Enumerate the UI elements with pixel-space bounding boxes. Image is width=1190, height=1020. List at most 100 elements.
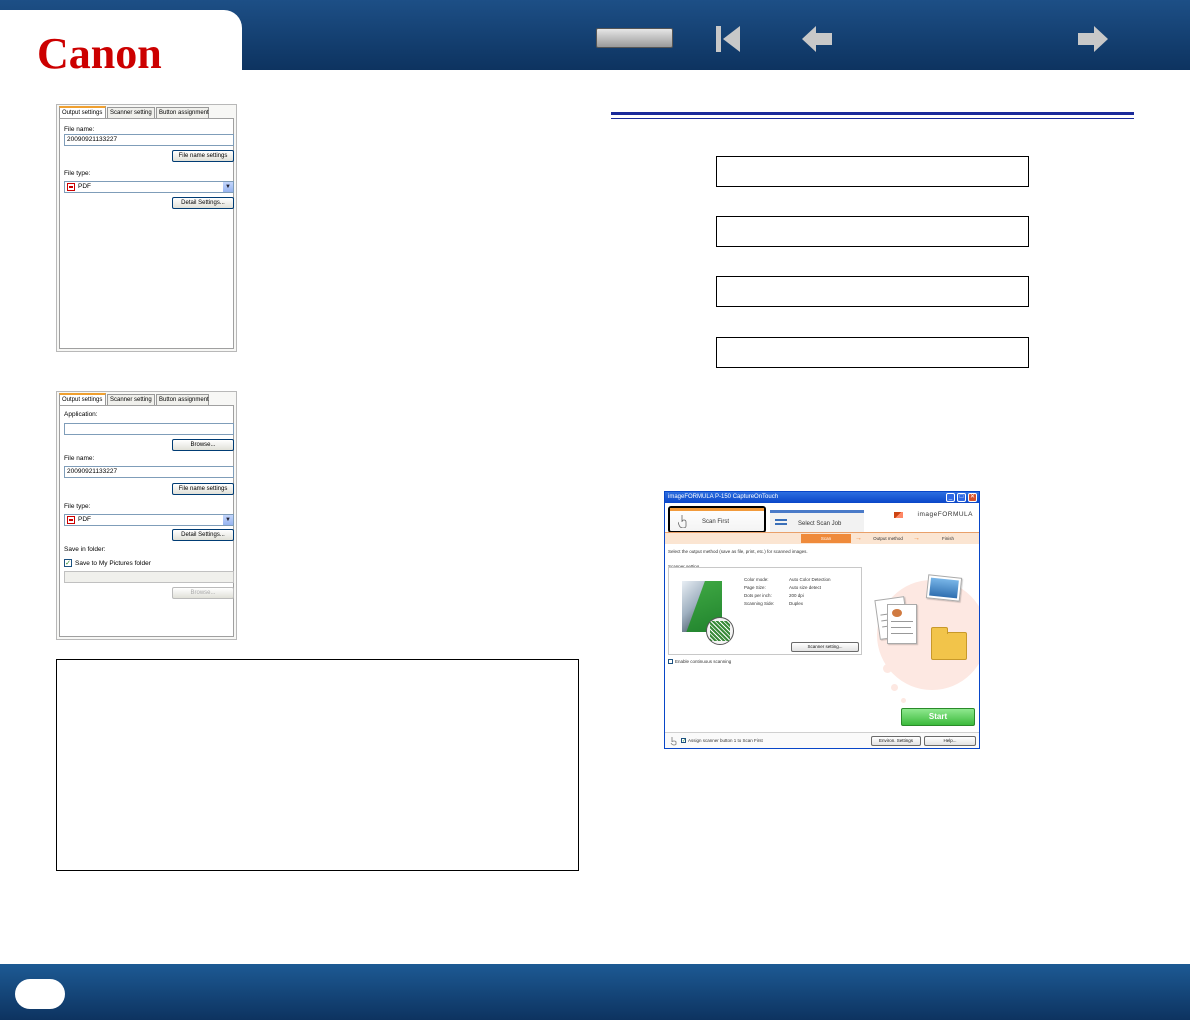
setting-key: Page Size:: [744, 585, 766, 590]
setting-value: 200 dpi: [789, 593, 804, 598]
section-heading-rule: [611, 112, 1134, 119]
header-bar: Canon: [0, 0, 1190, 78]
decorative-dot: [891, 684, 898, 691]
panel-body: File name: 20090921133227 File name sett…: [59, 118, 234, 349]
option-box-3: [716, 276, 1029, 307]
previous-page-icon[interactable]: [800, 24, 834, 54]
blank-nav-button[interactable]: [596, 28, 673, 48]
tab-accent: [670, 508, 764, 511]
folder-path-field[interactable]: [64, 571, 234, 583]
output-settings-panel-application: Output settings Scanner setting Button a…: [56, 391, 237, 640]
application-field[interactable]: [64, 423, 234, 435]
arrow-right-icon: →: [913, 535, 920, 542]
decorative-dot: [901, 698, 906, 703]
tab-scanner-setting[interactable]: Scanner setting: [107, 394, 155, 405]
save-to-my-pictures-checkbox[interactable]: ✓: [64, 559, 72, 567]
detail-settings-button[interactable]: Detail Settings...: [172, 529, 234, 541]
option-box-4: [716, 337, 1029, 368]
pdf-icon: [67, 516, 75, 524]
tab-scan-first[interactable]: Scan First: [668, 506, 766, 533]
environment-settings-button[interactable]: Environ. Settings: [871, 736, 921, 746]
chevron-down-icon[interactable]: ▼: [223, 182, 233, 192]
browse-folder-button[interactable]: Browse...: [172, 587, 234, 599]
setting-value: Duplex: [789, 601, 804, 606]
file-name-settings-button[interactable]: File name settings: [172, 150, 234, 162]
tab-button-assignment[interactable]: Button assignment: [156, 394, 209, 405]
save-to-my-pictures-label: Save to My Pictures folder: [75, 560, 151, 567]
decorative-dot: [883, 664, 892, 673]
assign-button-label: Assign scanner button 1 to Scan First: [688, 738, 763, 743]
next-page-icon[interactable]: [1076, 24, 1110, 54]
close-icon[interactable]: ✕: [968, 493, 977, 502]
scan-job-icon: [775, 519, 787, 525]
tab-select-scan-job[interactable]: Select Scan Job: [770, 510, 864, 532]
option-box-1: [716, 156, 1029, 187]
imageformula-brand: imageFORMULA: [917, 511, 973, 518]
setting-value: Auto size detect: [789, 585, 822, 590]
file-type-label: File type:: [64, 170, 91, 177]
folder-icon: [931, 627, 967, 660]
start-button[interactable]: Start: [901, 708, 975, 726]
hand-pointer-icon: [670, 737, 677, 746]
tab-output-settings[interactable]: Output settings: [59, 106, 106, 118]
setting-value: Auto Color Detection: [789, 577, 831, 582]
job-tabs: Scan First Select Scan Job imageFORMULA: [665, 503, 979, 533]
continuous-scanning-checkbox[interactable]: [668, 659, 673, 665]
file-type-select[interactable]: PDF ▼: [64, 514, 234, 526]
tab-scanner-setting[interactable]: Scanner setting: [107, 107, 155, 118]
file-name-label: File name:: [64, 126, 95, 133]
file-name-field[interactable]: 20090921133227: [64, 134, 234, 146]
window-title: imageFORMULA P-150 CaptureOnTouch: [665, 492, 979, 503]
setting-key: Scanning Side:: [744, 601, 775, 606]
step-output-method: Output method: [873, 536, 903, 541]
page-number-pill: [15, 979, 65, 1009]
browse-application-button[interactable]: Browse...: [172, 439, 234, 451]
minimize-icon[interactable]: _: [946, 493, 955, 502]
first-page-icon[interactable]: [714, 24, 744, 54]
photo-icon: [925, 574, 963, 602]
captureontouch-window: imageFORMULA P-150 CaptureOnTouch _ □ ✕ …: [664, 491, 980, 749]
output-settings-panel-file: Output settings Scanner setting Button a…: [56, 104, 237, 352]
tab-select-scan-job-label: Select Scan Job: [798, 521, 842, 527]
footer-bar: [0, 964, 1190, 1020]
application-label: Application:: [64, 411, 98, 418]
arrow-right-icon: →: [855, 535, 862, 542]
continuous-scanning-option[interactable]: Enable continuous scanning: [668, 659, 732, 665]
file-name-field[interactable]: 20090921133227: [64, 466, 234, 478]
tab-output-settings[interactable]: Output settings: [59, 393, 106, 405]
pdf-icon: [67, 183, 75, 191]
canon-logo: Canon: [37, 29, 162, 78]
color-detection-icon: [706, 617, 734, 645]
file-name-settings-button[interactable]: File name settings: [172, 483, 234, 495]
output-description: Select the output method (save as file, …: [668, 549, 808, 554]
step-scan: Scan: [801, 534, 851, 543]
option-box-2: [716, 216, 1029, 247]
maximize-icon[interactable]: □: [957, 493, 966, 502]
scanner-setting-button[interactable]: Scanner setting...: [791, 642, 859, 652]
app-footer-bar: ✓ Assign scanner button 1 to Scan First …: [665, 732, 979, 748]
progress-steps: Scan → Output method → Finish: [665, 532, 979, 544]
panel-body: Application: Browse... File name: 200909…: [59, 405, 234, 637]
scanner-setting-box: Color mode: Auto Color Detection Page Si…: [668, 567, 862, 655]
file-type-value: PDF: [78, 183, 91, 190]
document-icon: [887, 604, 917, 644]
logo-tab: Canon: [0, 10, 242, 78]
assign-button-checkbox[interactable]: ✓: [681, 738, 686, 744]
file-name-label: File name:: [64, 455, 95, 462]
step-finish: Finish: [941, 536, 954, 541]
imageformula-logo-mark: [894, 512, 903, 518]
setting-key: Dots per inch:: [744, 593, 772, 598]
note-box: [56, 659, 579, 871]
file-type-select[interactable]: PDF ▼: [64, 181, 234, 193]
hand-pointer-icon: [678, 515, 687, 528]
help-button[interactable]: Help...: [924, 736, 976, 746]
file-type-label: File type:: [64, 503, 91, 510]
setting-key: Color mode:: [744, 577, 769, 582]
chevron-down-icon[interactable]: ▼: [223, 515, 233, 525]
file-type-value: PDF: [78, 516, 91, 523]
save-in-folder-label: Save in folder:: [64, 546, 106, 553]
tab-scan-first-label: Scan First: [702, 519, 730, 525]
continuous-scanning-label: Enable continuous scanning: [675, 659, 732, 664]
detail-settings-button[interactable]: Detail Settings...: [172, 197, 234, 209]
tab-button-assignment[interactable]: Button assignment: [156, 107, 209, 118]
